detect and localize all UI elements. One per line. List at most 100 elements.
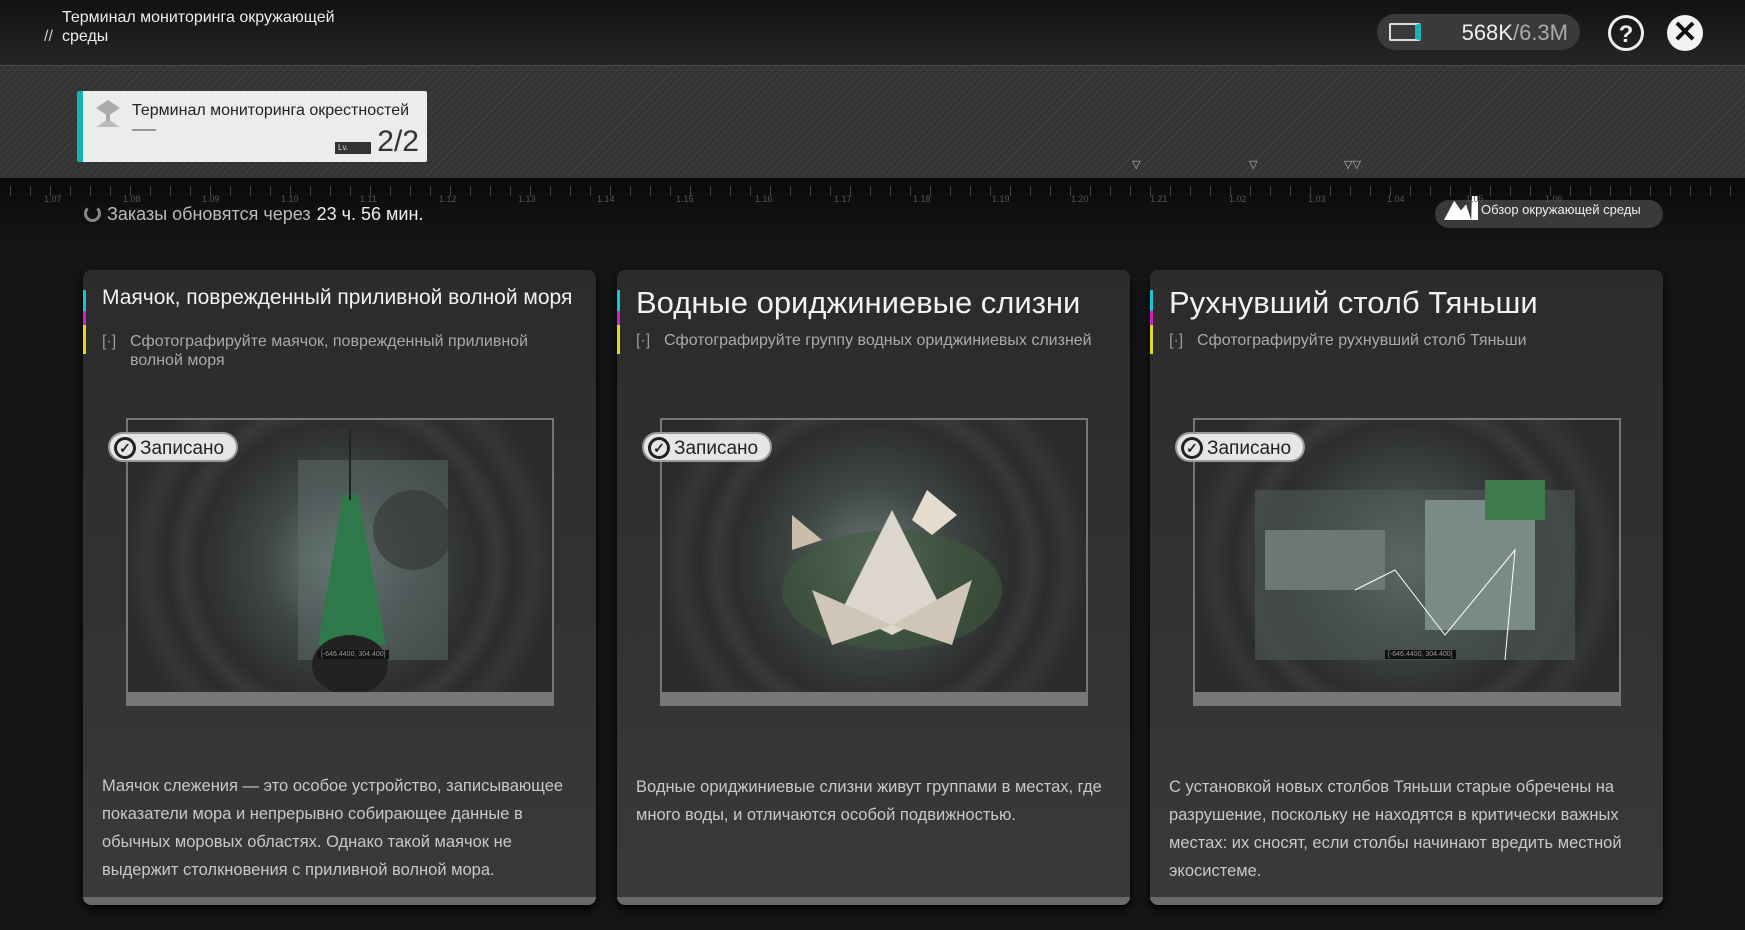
timeline-tick <box>1290 186 1291 196</box>
refresh-time: 23 ч. 56 мин. <box>316 204 424 224</box>
resource-counter: 568K/6.3M <box>1377 14 1580 50</box>
close-button[interactable]: ✕ <box>1667 15 1703 51</box>
timeline-tick <box>410 186 411 196</box>
help-button[interactable]: ? <box>1608 15 1644 51</box>
timeline-tick <box>1270 186 1271 196</box>
timeline-tick <box>1510 186 1511 196</box>
environment-overview-button[interactable]: Обзор окружающей среды <box>1435 196 1663 228</box>
app-title-line2: среды <box>62 28 109 45</box>
timeline-tick <box>910 186 911 196</box>
timeline-tick <box>990 186 991 196</box>
timeline-marker-icon: ▽▽ <box>1344 159 1361 171</box>
timeline-tick <box>1490 186 1491 196</box>
timeline-label: 1.05 <box>1466 194 1484 204</box>
timeline-tick <box>1630 186 1631 196</box>
timeline-tick <box>1030 186 1031 196</box>
timeline-label: 1.07 <box>44 194 62 204</box>
timeline-tick <box>250 186 251 196</box>
timeline-tick <box>1410 186 1411 196</box>
card-subtitle: [·] Сфотографируйте группу водных ориджин… <box>636 331 1100 350</box>
terminal-name: Терминал мониторинга окрестностей <box>132 102 410 119</box>
status-label: Записано <box>1207 438 1292 459</box>
card-subtitle-text: Сфотографируйте рухнувший столб Тяньши <box>1197 332 1527 349</box>
timeline-tick <box>1430 186 1431 196</box>
card-description: Водные ориджиниевые слизни живут группам… <box>636 778 1102 824</box>
record-card[interactable]: Водные ориджиниевые слизни [·] Сфотографи… <box>617 270 1130 905</box>
card-description: С установкой новых столбов Тяньши старые… <box>1169 778 1622 880</box>
card-subtitle: [·] Сфотографируйте маячок, поврежденный … <box>102 332 566 370</box>
timeline-label: 1.19 <box>992 194 1010 204</box>
record-card[interactable]: Рухнувший столб Тяньши [·] Сфотографируйт… <box>1150 270 1663 905</box>
timeline-tick <box>470 186 471 196</box>
timeline-tick <box>1570 186 1571 196</box>
timeline-label: 1.12 <box>439 194 457 204</box>
timeline-tick <box>650 186 651 196</box>
timeline-tick <box>510 186 511 196</box>
timeline-tick <box>710 186 711 196</box>
timeline-label: 1.16 <box>755 194 773 204</box>
check-icon: ✓ <box>114 437 136 459</box>
frame-bottom-bar <box>1195 692 1619 704</box>
timeline-tick <box>1050 186 1051 196</box>
timeline-tick <box>270 186 271 196</box>
timeline-tick <box>950 186 951 196</box>
record-card[interactable]: Маячок, поврежденный приливной волной мо… <box>83 270 596 905</box>
timeline-tick <box>170 186 171 196</box>
timeline-tick <box>1610 186 1611 196</box>
status-badge: ✓ Записано <box>108 432 238 462</box>
status-badge: ✓ Записано <box>642 432 772 462</box>
camera-bracket-icon: [·] <box>102 333 117 350</box>
level-label: Lv. <box>335 142 371 154</box>
card-title: Маячок, поврежденный приливной волной мо… <box>102 286 573 309</box>
timeline-tick <box>750 186 751 196</box>
timeline-tick <box>630 186 631 196</box>
timeline-tick <box>790 186 791 196</box>
title-prefix: // <box>44 28 53 45</box>
timeline-tick <box>1110 186 1111 196</box>
timeline-tick <box>730 186 731 196</box>
timeline-label: 1.18 <box>913 194 931 204</box>
coordinate-readout: [-646.4400, 304.400] <box>1385 650 1456 659</box>
timeline-label: 1.03 <box>1308 194 1326 204</box>
timeline-tick <box>1010 186 1011 196</box>
timeline-label: 1.15 <box>676 194 694 204</box>
timeline-tick <box>870 186 871 196</box>
card-description: Маячок слежения — это особое устройство,… <box>102 777 564 879</box>
color-bars <box>83 290 86 354</box>
status-badge: ✓ Записано <box>1175 432 1305 462</box>
timeline-tick <box>1730 186 1731 196</box>
terminal-count: 2/2 <box>377 125 419 158</box>
timeline-label: 1.10 <box>281 194 299 204</box>
terminal-card[interactable]: Терминал мониторинга окрестностей Lv. 2/… <box>77 91 427 162</box>
refresh-label: Заказы обновятся через <box>107 204 311 224</box>
camera-bracket-icon: [·] <box>1169 332 1184 349</box>
timeline-tick <box>890 186 891 196</box>
timeline-tick <box>1450 186 1451 196</box>
timeline-tick <box>30 186 31 196</box>
timeline-label: 1.13 <box>518 194 536 204</box>
timeline-tick <box>390 186 391 196</box>
timeline-tick <box>1590 186 1591 196</box>
timeline-tick <box>430 186 431 196</box>
timeline-label: 1.08 <box>123 194 141 204</box>
timeline-marker-icon: ▽ <box>1132 159 1141 171</box>
timeline-label: 1.20 <box>1071 194 1089 204</box>
timeline-tick <box>670 186 671 196</box>
app-title-line1: Терминал мониторинга окружающей <box>62 9 335 26</box>
timeline-tick <box>350 186 351 196</box>
timeline-tick <box>1130 186 1131 196</box>
resource-max: /6.3M <box>1512 20 1568 45</box>
status-label: Записано <box>674 438 759 459</box>
timeline-tick <box>1670 186 1671 196</box>
storage-icon <box>1389 23 1421 41</box>
camera-bracket-icon: [·] <box>636 332 651 349</box>
divider <box>132 129 156 131</box>
timeline-tick <box>550 186 551 196</box>
card-title: Рухнувший столб Тяньши <box>1169 285 1538 320</box>
timeline-tick <box>90 186 91 196</box>
timeline-tick <box>570 186 571 196</box>
timeline-tick <box>810 186 811 196</box>
timeline-tick <box>1650 186 1651 196</box>
check-icon: ✓ <box>1181 437 1203 459</box>
frame-bottom-bar <box>662 692 1086 704</box>
